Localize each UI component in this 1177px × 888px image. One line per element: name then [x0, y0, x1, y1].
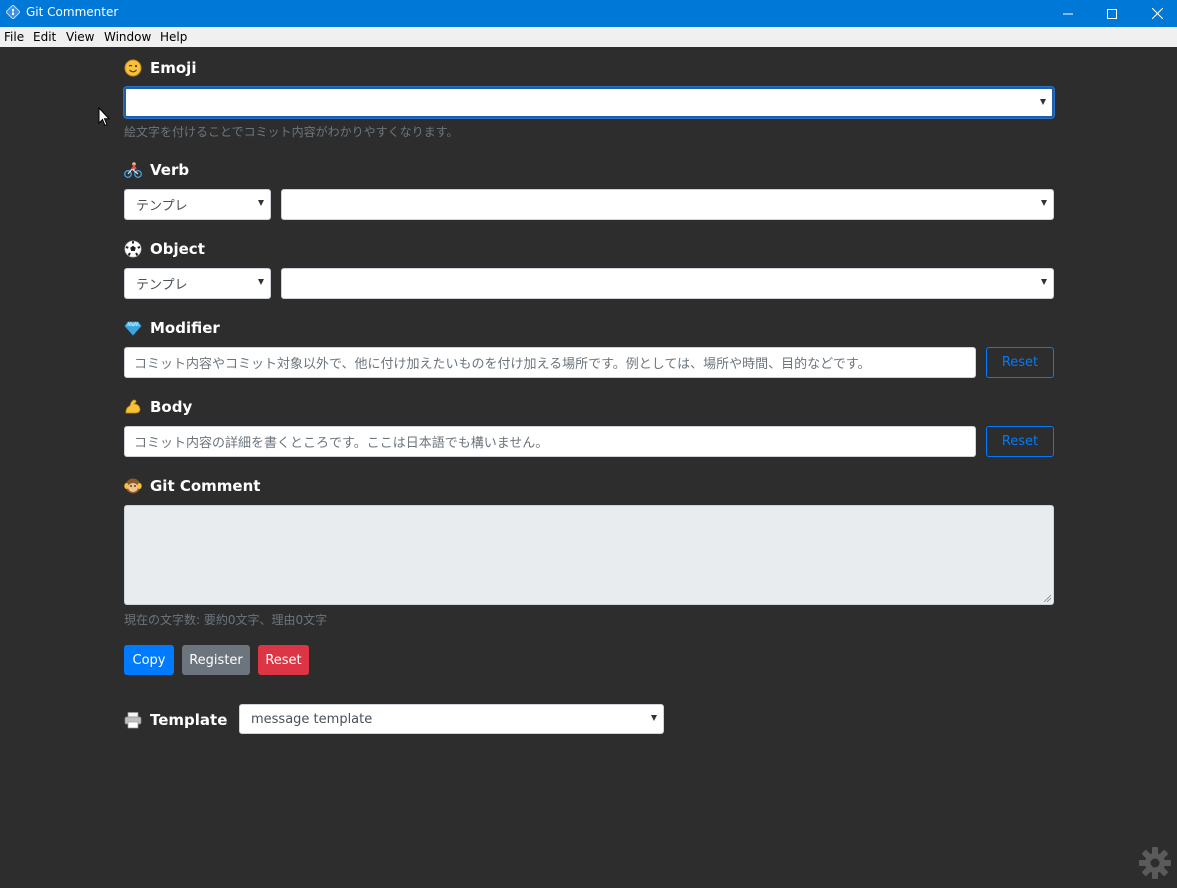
body-section-label: Body [124, 398, 192, 416]
template-select-value: message template [251, 711, 373, 727]
object-template-value: テンプレ [136, 278, 188, 293]
body-input[interactable]: コミット内容の詳細を書くところです。ここは日本語でも構いません。 [124, 426, 976, 457]
object-template-select[interactable]: テンプレ [124, 268, 271, 299]
object-label: Object [150, 240, 205, 258]
emoji-hint: 絵文字を付けることでコミット内容がわかりやすくなります。 [124, 125, 459, 139]
register-button[interactable]: Register [182, 645, 250, 675]
chevron-down-icon [258, 279, 264, 285]
modifier-reset-button[interactable]: Reset [986, 347, 1054, 378]
soccer-ball-icon [124, 240, 142, 258]
gem-icon [124, 321, 142, 336]
body-label: Body [150, 398, 193, 416]
modifier-placeholder: コミット内容やコミット対象以外で、他に付け加えたいものを付け加える場所です。例と… [134, 357, 871, 372]
git-app-icon [6, 5, 20, 19]
chevron-down-icon [1041, 200, 1047, 206]
maximize-button[interactable] [1089, 0, 1135, 27]
template-select[interactable]: message template [239, 704, 664, 734]
title-bar: Git Commenter [0, 0, 1177, 27]
reset-button[interactable]: Reset [258, 645, 309, 675]
git-comment-textarea[interactable] [124, 505, 1054, 605]
resize-grip-icon[interactable] [1043, 594, 1051, 602]
character-counter: 現在の文字数: 要約0文字、理由0文字 [124, 613, 328, 627]
mouse-cursor-icon [98, 107, 110, 127]
menu-bar: File Edit View Window Help [0, 27, 1177, 47]
close-icon [1151, 8, 1163, 19]
menu-view[interactable]: View [66, 30, 94, 44]
hear-no-evil-monkey-icon [124, 478, 142, 494]
modifier-section-label: Modifier [124, 319, 220, 337]
chevron-down-icon [651, 715, 657, 721]
verb-select[interactable] [281, 189, 1054, 220]
verb-template-value: テンプレ [136, 199, 188, 214]
emoji-label: Emoji [150, 59, 197, 77]
copy-button[interactable]: Copy [124, 645, 174, 675]
minimize-button[interactable] [1045, 0, 1091, 27]
menu-help[interactable]: Help [160, 30, 187, 44]
verb-section-label: Verb [124, 161, 189, 179]
chevron-down-icon [1040, 99, 1046, 105]
chevron-down-icon [258, 200, 264, 206]
winking-face-icon [124, 59, 142, 77]
cyclist-icon [124, 162, 142, 178]
emoji-select[interactable] [124, 87, 1054, 118]
window-title: Git Commenter [26, 5, 119, 19]
emoji-section-label: Emoji [124, 59, 196, 77]
template-section-label: Template [124, 711, 227, 729]
git-comment-section-label: Git Comment [124, 477, 260, 495]
modifier-label: Modifier [150, 319, 220, 337]
gear-icon[interactable] [1138, 846, 1172, 880]
verb-template-select[interactable]: テンプレ [124, 189, 271, 220]
menu-edit[interactable]: Edit [33, 30, 56, 44]
menu-file[interactable]: File [4, 30, 24, 44]
maximize-icon [1107, 8, 1117, 19]
printer-icon [124, 712, 142, 729]
close-button[interactable] [1134, 0, 1177, 27]
flexed-biceps-icon [125, 399, 141, 414]
verb-label: Verb [150, 161, 190, 179]
git-comment-label: Git Comment [150, 477, 261, 495]
modifier-input[interactable]: コミット内容やコミット対象以外で、他に付け加えたいものを付け加える場所です。例と… [124, 347, 976, 378]
template-label: Template [150, 711, 228, 729]
menu-window[interactable]: Window [104, 30, 151, 44]
body-reset-button[interactable]: Reset [986, 426, 1054, 457]
object-section-label: Object [124, 240, 205, 258]
chevron-down-icon [1041, 279, 1047, 285]
body-placeholder: コミット内容の詳細を書くところです。ここは日本語でも構いません。 [134, 436, 549, 451]
object-select[interactable] [281, 268, 1054, 299]
minimize-icon [1063, 13, 1073, 14]
